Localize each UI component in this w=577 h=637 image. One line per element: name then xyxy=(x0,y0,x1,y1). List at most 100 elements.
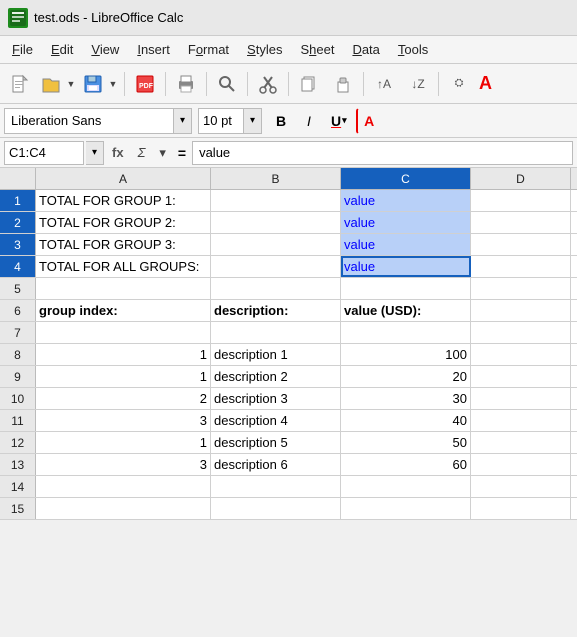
cell-a9[interactable]: 1 xyxy=(36,366,211,387)
cell-d11[interactable] xyxy=(471,410,571,431)
open-button[interactable] xyxy=(38,69,64,99)
row-number[interactable]: 1 xyxy=(0,190,36,211)
sort-asc-button[interactable]: ↑A xyxy=(368,69,400,99)
row-number[interactable]: 15 xyxy=(0,498,36,519)
cell-c5[interactable] xyxy=(341,278,471,299)
open-dropdown[interactable]: ▼ xyxy=(64,69,78,99)
cell-a14[interactable] xyxy=(36,476,211,497)
col-header-b[interactable]: B xyxy=(211,168,341,189)
cell-b2[interactable] xyxy=(211,212,341,233)
cell-d14[interactable] xyxy=(471,476,571,497)
menu-tools[interactable]: Tools xyxy=(390,40,436,59)
cell-b1[interactable] xyxy=(211,190,341,211)
row-number[interactable]: 12 xyxy=(0,432,36,453)
font-name-control[interactable]: Liberation Sans ▾ xyxy=(4,108,192,134)
cell-d10[interactable] xyxy=(471,388,571,409)
cell-d12[interactable] xyxy=(471,432,571,453)
cell-d15[interactable] xyxy=(471,498,571,519)
cell-b11[interactable]: description 4 xyxy=(211,410,341,431)
cell-a1[interactable]: TOTAL FOR GROUP 1: xyxy=(36,190,211,211)
cell-a15[interactable] xyxy=(36,498,211,519)
cell-b12[interactable]: description 5 xyxy=(211,432,341,453)
row-number[interactable]: 11 xyxy=(0,410,36,431)
save-dropdown[interactable]: ▼ xyxy=(106,69,120,99)
sum-button[interactable]: Σ xyxy=(132,143,152,162)
cell-a6[interactable]: group index: xyxy=(36,300,211,321)
cell-b10[interactable]: description 3 xyxy=(211,388,341,409)
cell-d6[interactable] xyxy=(471,300,571,321)
menu-data[interactable]: Data xyxy=(344,40,387,59)
cell-b9[interactable]: description 2 xyxy=(211,366,341,387)
menu-view[interactable]: View xyxy=(83,40,127,59)
col-header-c[interactable]: C xyxy=(341,168,471,189)
cell-c6[interactable]: value (USD): xyxy=(341,300,471,321)
row-number[interactable]: 6 xyxy=(0,300,36,321)
cell-c12[interactable]: 50 xyxy=(341,432,471,453)
cell-b15[interactable] xyxy=(211,498,341,519)
row-number[interactable]: 8 xyxy=(0,344,36,365)
cell-d8[interactable] xyxy=(471,344,571,365)
function-list-button[interactable]: ▾ xyxy=(153,143,172,163)
col-header-a[interactable]: A xyxy=(36,168,211,189)
cell-c1[interactable]: value xyxy=(341,190,471,211)
extra-btn-1[interactable]: ⛭ xyxy=(443,69,475,99)
row-number[interactable]: 3 xyxy=(0,234,36,255)
cell-d5[interactable] xyxy=(471,278,571,299)
paste-button[interactable] xyxy=(327,69,359,99)
menu-sheet[interactable]: Sheet xyxy=(292,40,342,59)
row-number[interactable]: 5 xyxy=(0,278,36,299)
cell-a11[interactable]: 3 xyxy=(36,410,211,431)
cell-d13[interactable] xyxy=(471,454,571,475)
cell-b6[interactable]: description: xyxy=(211,300,341,321)
row-number[interactable]: 14 xyxy=(0,476,36,497)
cell-a2[interactable]: TOTAL FOR GROUP 2: xyxy=(36,212,211,233)
sort-desc-button[interactable]: ↓Z xyxy=(402,69,434,99)
cell-a4[interactable]: TOTAL FOR ALL GROUPS: xyxy=(36,256,211,277)
col-header-d[interactable]: D xyxy=(471,168,571,189)
row-number[interactable]: 10 xyxy=(0,388,36,409)
cell-b8[interactable]: description 1 xyxy=(211,344,341,365)
cell-b14[interactable] xyxy=(211,476,341,497)
cell-c10[interactable]: 30 xyxy=(341,388,471,409)
menu-file[interactable]: File xyxy=(4,40,41,59)
cell-c7[interactable] xyxy=(341,322,471,343)
row-number[interactable]: 13 xyxy=(0,454,36,475)
row-number[interactable]: 7 xyxy=(0,322,36,343)
cell-a3[interactable]: TOTAL FOR GROUP 3: xyxy=(36,234,211,255)
cell-c2[interactable]: value xyxy=(341,212,471,233)
cell-b3[interactable] xyxy=(211,234,341,255)
cell-c15[interactable] xyxy=(341,498,471,519)
row-number[interactable]: 2 xyxy=(0,212,36,233)
font-name-box[interactable]: Liberation Sans xyxy=(4,108,174,134)
menu-styles[interactable]: Styles xyxy=(239,40,290,59)
cell-a5[interactable] xyxy=(36,278,211,299)
cell-c9[interactable]: 20 xyxy=(341,366,471,387)
formula-input[interactable]: value xyxy=(192,141,573,165)
cell-c13[interactable]: 60 xyxy=(341,454,471,475)
underline-button[interactable]: U ▾ xyxy=(324,108,354,134)
font-size-box[interactable]: 10 pt xyxy=(198,108,244,134)
cell-c3[interactable]: value xyxy=(341,234,471,255)
cell-ref-dropdown[interactable]: ▾ xyxy=(86,141,104,165)
cell-d2[interactable] xyxy=(471,212,571,233)
font-size-dropdown[interactable]: ▾ xyxy=(244,108,262,134)
cell-d4[interactable] xyxy=(471,256,571,277)
cell-c11[interactable]: 40 xyxy=(341,410,471,431)
cell-c8[interactable]: 100 xyxy=(341,344,471,365)
function-wizard-button[interactable]: fx xyxy=(106,143,130,162)
cell-a8[interactable]: 1 xyxy=(36,344,211,365)
cell-ref-box[interactable]: C1:C4 xyxy=(4,141,84,165)
cell-b13[interactable]: description 6 xyxy=(211,454,341,475)
cell-a7[interactable] xyxy=(36,322,211,343)
cell-a10[interactable]: 2 xyxy=(36,388,211,409)
menu-edit[interactable]: Edit xyxy=(43,40,81,59)
cell-d9[interactable] xyxy=(471,366,571,387)
cell-a13[interactable]: 3 xyxy=(36,454,211,475)
cell-b7[interactable] xyxy=(211,322,341,343)
cell-d1[interactable] xyxy=(471,190,571,211)
cell-c14[interactable] xyxy=(341,476,471,497)
copy-button[interactable] xyxy=(293,69,325,99)
cell-b4[interactable] xyxy=(211,256,341,277)
new-button[interactable] xyxy=(4,69,36,99)
cell-d7[interactable] xyxy=(471,322,571,343)
